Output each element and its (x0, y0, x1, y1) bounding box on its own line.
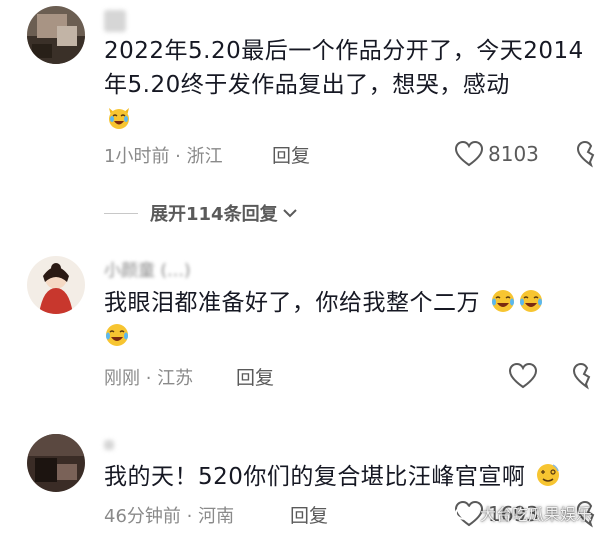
crying-laughing-cat-emoji (109, 108, 129, 129)
broken-heart-icon (572, 362, 591, 390)
like-count: 8103 (488, 142, 539, 166)
avatar[interactable] (27, 256, 85, 314)
broken-heart-icon (576, 140, 595, 168)
comment-meta: 1小时前 · 浙江 (104, 146, 223, 167)
reply-button[interactable]: 回复 (272, 141, 310, 168)
avatar[interactable] (27, 6, 85, 64)
like-button[interactable]: 8103 (454, 140, 539, 168)
comment-text: 我眼泪都准备好了，你给我整个二万 (104, 286, 594, 354)
watermark: 大台吃瓜果娱乐 (454, 501, 592, 525)
crying-laughing-emoji (106, 324, 128, 346)
reply-button[interactable]: 回复 (236, 363, 274, 390)
comment-text: 我的天！520你们的复合堪比汪峰官宣啊 (104, 460, 594, 494)
username-redacted (104, 10, 126, 32)
heart-icon (508, 362, 538, 389)
username-redacted (104, 440, 114, 450)
comment-body: 我眼泪都准备好了，你给我整个二万 (104, 290, 480, 316)
crying-laughing-emoji (491, 290, 514, 312)
divider-line (104, 212, 138, 214)
heart-icon (454, 140, 484, 167)
username[interactable]: 小颜童 (…) (104, 256, 191, 281)
avatar-image (27, 256, 85, 314)
comment-meta: 46分钟前 · 河南 (104, 506, 235, 527)
comment-body: 2022年5.20最后一个作品分开了，今天2014年5.20终于发作品复出了，想… (104, 38, 584, 98)
dislike-button[interactable] (572, 362, 600, 394)
like-button[interactable] (508, 362, 538, 390)
comment-text: 2022年5.20最后一个作品分开了，今天2014年5.20终于发作品复出了，想… (104, 34, 594, 136)
avatar-image (27, 434, 85, 492)
chevron-down-icon (282, 209, 297, 218)
watermark-text: 大台吃瓜果娱乐 (479, 505, 592, 524)
avatar-image (27, 6, 85, 64)
comment-meta: 刚刚 · 江苏 (104, 368, 194, 389)
weibo-eye-icon (455, 506, 475, 520)
avatar[interactable] (27, 434, 85, 492)
crying-laughing-emoji (519, 290, 542, 312)
reply-button[interactable]: 回复 (290, 501, 328, 528)
dislike-button[interactable] (576, 140, 600, 172)
comment-body: 我的天！520你们的复合堪比汪峰官宣啊 (104, 464, 526, 490)
dizzy-face-emoji (537, 464, 560, 486)
expand-replies-label: 展开114条回复 (150, 204, 278, 225)
expand-replies-button[interactable]: 展开114条回复 (104, 200, 299, 226)
